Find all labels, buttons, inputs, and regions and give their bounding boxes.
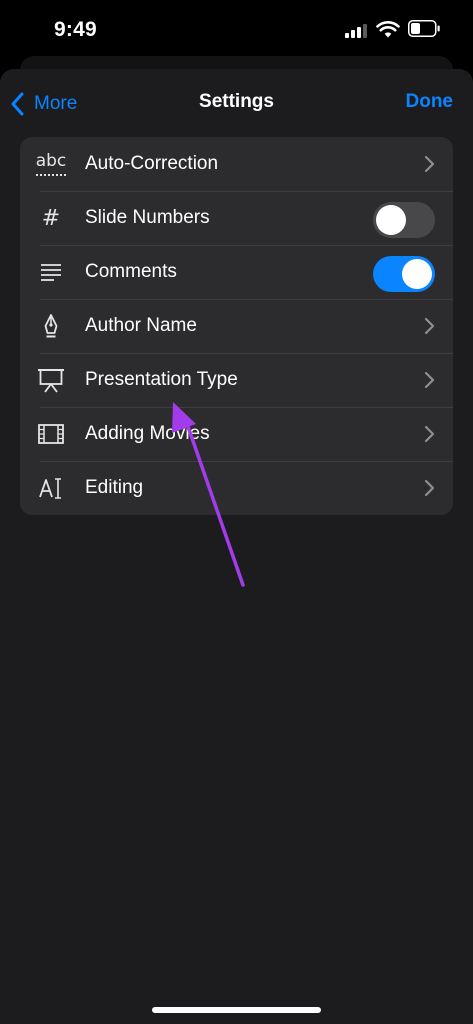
cellular-signal-icon: [345, 22, 371, 38]
setting-label: Adding Movies: [85, 423, 210, 444]
slide-numbers-toggle[interactable]: [373, 202, 435, 238]
chevron-right-icon: [424, 371, 435, 389]
status-bar: 9:49: [0, 0, 473, 56]
presentation-easel-icon: [38, 369, 64, 393]
setting-label: Presentation Type: [85, 369, 238, 390]
settings-list: abc Auto-Correction # Slide Numbers Comm…: [20, 137, 453, 515]
setting-label: Slide Numbers: [85, 207, 210, 228]
setting-row-author-name[interactable]: Author Name: [20, 299, 453, 353]
home-indicator: [152, 1007, 321, 1013]
wifi-icon: [376, 21, 400, 38]
setting-row-editing[interactable]: Editing: [20, 461, 453, 515]
settings-screen: 9:49 More Settings Done abc Auto-Correct…: [0, 0, 473, 1024]
setting-label: Auto-Correction: [85, 153, 219, 174]
film-icon: [38, 424, 64, 444]
setting-row-comments: Comments: [20, 245, 453, 299]
navigation-bar: More Settings Done: [0, 69, 473, 137]
text-cursor-icon: [39, 478, 61, 499]
chevron-right-icon: [424, 155, 435, 173]
chevron-right-icon: [424, 317, 435, 335]
settings-sheet: More Settings Done abc Auto-Correction #…: [0, 69, 473, 1024]
setting-label: Author Name: [85, 315, 197, 336]
comments-toggle[interactable]: [373, 256, 435, 292]
setting-row-auto-correction[interactable]: abc Auto-Correction: [20, 137, 453, 191]
chevron-right-icon: [424, 425, 435, 443]
setting-row-presentation-type[interactable]: Presentation Type: [20, 353, 453, 407]
setting-label: Editing: [85, 477, 144, 498]
comments-icon: [41, 264, 61, 281]
page-title: Settings: [199, 91, 274, 112]
setting-row-slide-numbers: # Slide Numbers: [20, 191, 453, 245]
chevron-right-icon: [424, 479, 435, 497]
abc-icon: abc: [34, 150, 68, 178]
battery-icon: [408, 20, 440, 37]
done-button[interactable]: Done: [406, 91, 454, 113]
setting-label: Comments: [85, 261, 177, 282]
status-time: 9:49: [54, 18, 97, 41]
pen-nib-icon: [44, 314, 58, 338]
hash-icon: #: [41, 205, 61, 231]
setting-row-adding-movies[interactable]: Adding Movies: [20, 407, 453, 461]
